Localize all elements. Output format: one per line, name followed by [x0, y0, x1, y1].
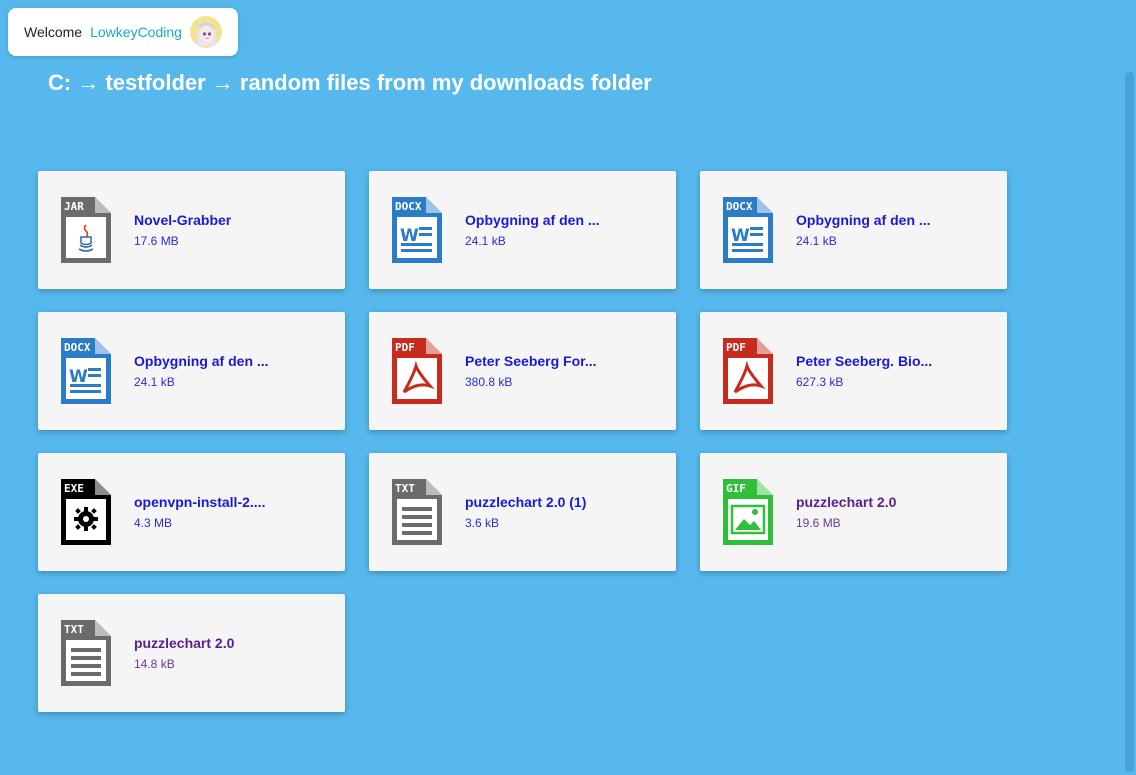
file-grid: JAR Novel-Grabber 17.6 MB DOCX W Opbygning af…: [38, 171, 1007, 712]
file-size: 17.6 MB: [134, 234, 179, 248]
file-name-link[interactable]: Peter Seeberg For...: [465, 353, 597, 369]
file-size: 3.6 kB: [465, 516, 500, 530]
svg-text:JAR: JAR: [64, 200, 84, 213]
docx-file-icon: DOCX W: [61, 338, 111, 404]
file-name-link[interactable]: puzzlechart 2.0: [134, 635, 234, 651]
svg-text:TXT: TXT: [395, 482, 415, 495]
scrollbar[interactable]: [1124, 0, 1136, 775]
file-card[interactable]: PDF Peter Seeberg For... 380.8 kB: [369, 312, 676, 430]
file-meta: puzzlechart 2.0 19.6 MB: [796, 494, 896, 530]
svg-text:DOCX: DOCX: [726, 200, 753, 213]
file-meta: Peter Seeberg For... 380.8 kB: [465, 353, 597, 389]
file-card[interactable]: JAR Novel-Grabber 17.6 MB: [38, 171, 345, 289]
file-meta: puzzlechart 2.0 14.8 kB: [134, 635, 234, 671]
file-card[interactable]: DOCX W Opbygning af den ... 24.1 kB: [369, 171, 676, 289]
svg-text:GIF: GIF: [726, 482, 746, 495]
pdf-file-icon: PDF: [392, 338, 442, 404]
txt-file-icon: TXT: [392, 479, 442, 545]
anime-avatar-icon[interactable]: [189, 16, 222, 48]
welcome-label: Welcome: [24, 24, 83, 40]
file-meta: Opbygning af den ... 24.1 kB: [796, 212, 931, 248]
file-size: 380.8 kB: [465, 375, 513, 389]
docx-file-icon: DOCX W: [723, 197, 773, 263]
file-card[interactable]: DOCX W Opbygning af den ... 24.1 kB: [38, 312, 345, 430]
file-meta: puzzlechart 2.0 (1) 3.6 kB: [465, 494, 586, 530]
svg-text:DOCX: DOCX: [64, 341, 91, 354]
file-size: 14.8 kB: [134, 657, 175, 671]
scrollbar-thumb[interactable]: [1125, 72, 1134, 772]
file-card[interactable]: TXT puzzlechart 2.0 14.8 kB: [38, 594, 345, 712]
username-link[interactable]: LowkeyCoding: [90, 24, 182, 40]
file-card[interactable]: GIF puzzlechart 2.0 19.6 MB: [700, 453, 1007, 571]
file-card[interactable]: EXE openvpn-install-2.... 4.3 MB: [38, 453, 345, 571]
file-meta: Peter Seeberg. Bio... 627.3 kB: [796, 353, 932, 389]
welcome-badge: Welcome LowkeyCoding: [8, 8, 238, 56]
file-card[interactable]: PDF Peter Seeberg. Bio... 627.3 kB: [700, 312, 1007, 430]
file-size: 627.3 kB: [796, 375, 844, 389]
file-name-link[interactable]: Opbygning af den ...: [465, 212, 600, 228]
txt-file-icon: TXT: [61, 620, 111, 686]
file-meta: Opbygning af den ... 24.1 kB: [465, 212, 600, 248]
file-size: 24.1 kB: [465, 234, 506, 248]
pdf-file-icon: PDF: [723, 338, 773, 404]
file-name-link[interactable]: puzzlechart 2.0 (1): [465, 494, 586, 510]
svg-text:EXE: EXE: [64, 482, 84, 495]
file-card[interactable]: DOCX W Opbygning af den ... 24.1 kB: [700, 171, 1007, 289]
svg-text:DOCX: DOCX: [395, 200, 422, 213]
file-name-link[interactable]: Opbygning af den ...: [796, 212, 931, 228]
file-meta: Opbygning af den ... 24.1 kB: [134, 353, 269, 389]
exe-file-icon: EXE: [61, 479, 111, 545]
file-name-link[interactable]: Novel-Grabber: [134, 212, 231, 228]
svg-text:PDF: PDF: [726, 341, 746, 354]
file-meta: Novel-Grabber 17.6 MB: [134, 212, 231, 248]
file-name-link[interactable]: openvpn-install-2....: [134, 494, 265, 510]
gif-file-icon: GIF: [723, 479, 773, 545]
file-name-link[interactable]: puzzlechart 2.0: [796, 494, 896, 510]
file-size: 19.6 MB: [796, 516, 841, 530]
svg-text:PDF: PDF: [395, 341, 415, 354]
file-card[interactable]: TXT puzzlechart 2.0 (1) 3.6 kB: [369, 453, 676, 571]
svg-text:TXT: TXT: [64, 623, 84, 636]
file-name-link[interactable]: Opbygning af den ...: [134, 353, 269, 369]
file-size: 24.1 kB: [134, 375, 175, 389]
jar-file-icon: JAR: [61, 197, 111, 263]
file-name-link[interactable]: Peter Seeberg. Bio...: [796, 353, 932, 369]
file-meta: openvpn-install-2.... 4.3 MB: [134, 494, 265, 530]
docx-file-icon: DOCX W: [392, 197, 442, 263]
page: Welcome LowkeyCoding C: → testfolder → r…: [0, 0, 1136, 775]
breadcrumb: C: → testfolder → random files from my d…: [48, 70, 652, 95]
file-size: 24.1 kB: [796, 234, 837, 248]
file-size: 4.3 MB: [134, 516, 173, 530]
